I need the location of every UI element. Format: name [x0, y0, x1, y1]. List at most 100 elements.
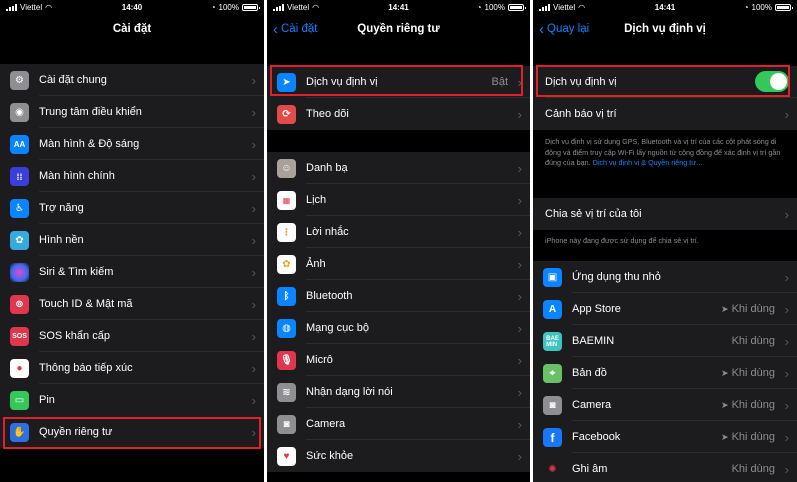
nav-bar: Cài đặt: [0, 15, 264, 43]
permission-item-reminders[interactable]: ⋮ Lời nhắc ›: [267, 216, 530, 248]
settings-item-accessibility[interactable]: ♿ Trợ năng ›: [0, 192, 264, 224]
microphone-icon: 🎙︎: [277, 351, 296, 370]
app-item-facebook[interactable]: f Facebook ➤ Khi dùng ›: [533, 421, 797, 453]
nav-bar: ‹ Quay lại Dịch vụ định vị: [533, 15, 797, 43]
waveform-icon: ≋: [277, 383, 296, 402]
chevron-right-icon: ›: [784, 301, 789, 317]
chevron-right-icon: ›: [784, 365, 789, 381]
permission-value: ➤ Khi dùng: [721, 399, 775, 411]
chevron-right-icon: ›: [251, 104, 256, 120]
chevron-left-icon: ‹: [273, 20, 278, 38]
location-arrow-icon: ➤: [721, 399, 729, 410]
settings-list: ⚙ Cài đặt chung › ◉ Trung tâm điều khiển…: [0, 64, 264, 416]
photos-icon: ✿: [277, 255, 296, 274]
maps-icon: ⌖: [543, 364, 562, 383]
permission-value: ➤ Khi dùng: [721, 367, 775, 379]
chevron-right-icon: ›: [784, 429, 789, 445]
chevron-right-icon: ›: [784, 461, 789, 477]
clock: 14:41: [388, 3, 409, 12]
app-item-camera[interactable]: ◙ Camera ➤ Khi dùng ›: [533, 389, 797, 421]
app-item-app-store[interactable]: A App Store ➤ Khi dùng ›: [533, 293, 797, 325]
chevron-right-icon: ›: [251, 392, 256, 408]
settings-screen: Viettel ◠ 14:40 ◔ 100% Cài đặt ⚙ Cài đặt…: [0, 0, 264, 482]
settings-item-siri[interactable]: Siri & Tìm kiếm ›: [0, 256, 264, 288]
calendar-icon: ▦: [277, 191, 296, 210]
settings-item-sos[interactable]: SOS SOS khẩn cấp ›: [0, 320, 264, 352]
permission-value: Khi dùng: [731, 463, 775, 475]
permission-item-local-network[interactable]: ◍ Mạng cục bộ ›: [267, 312, 530, 344]
chevron-left-icon: ‹: [539, 20, 544, 38]
chevron-right-icon: ›: [517, 352, 522, 368]
chevron-right-icon: ›: [517, 256, 522, 272]
chevron-right-icon: ›: [517, 192, 522, 208]
permission-value: ➤ Khi dùng: [721, 303, 775, 315]
settings-item-battery[interactable]: ▭ Pin ›: [0, 384, 264, 416]
camera-icon: ◙: [543, 396, 562, 415]
permission-item-speech[interactable]: ≋ Nhận dạng lời nói ›: [267, 376, 530, 408]
facebook-icon: f: [543, 428, 562, 447]
battery-icon: ▭: [10, 391, 29, 410]
page-title: Quyền riêng tư: [357, 23, 440, 35]
settings-item-touch-id[interactable]: ⊚ Touch ID & Mật mã ›: [0, 288, 264, 320]
status-bar: Viettel ◠ 14:41 ◔ 100%: [533, 0, 797, 15]
chevron-right-icon: ›: [251, 136, 256, 152]
globe-icon: ◍: [277, 319, 296, 338]
settings-item-home-screen[interactable]: ⁞⁞ Màn hình chính ›: [0, 160, 264, 192]
permission-item-camera[interactable]: ◙ Camera ›: [267, 408, 530, 440]
reminders-icon: ⋮: [277, 223, 296, 242]
permission-item-contacts[interactable]: ☺ Danh bạ ›: [267, 152, 530, 184]
voice-memos-icon: ✺: [543, 460, 562, 479]
chevron-right-icon: ›: [251, 232, 256, 248]
chevron-right-icon: ›: [784, 106, 789, 122]
location-alerts-item[interactable]: Cảnh báo vị trí ›: [533, 98, 797, 130]
contacts-icon: ☺: [277, 159, 296, 178]
chevron-right-icon: ›: [251, 328, 256, 344]
chevron-right-icon: ›: [517, 224, 522, 240]
highlight-box: [270, 65, 523, 96]
settings-item-wallpaper[interactable]: ✿ Hình nền ›: [0, 224, 264, 256]
location-arrow-icon: ➤: [721, 431, 729, 442]
chevron-right-icon: ›: [784, 206, 789, 222]
settings-item-exposure[interactable]: ● Thông báo tiếp xúc ›: [0, 352, 264, 384]
app-item-voice-memos[interactable]: ✺ Ghi âm Khi dùng ›: [533, 453, 797, 482]
status-bar: Viettel ◠ 14:40 ◔ 100%: [0, 0, 264, 15]
chevron-right-icon: ›: [517, 448, 522, 464]
highlight-box: [3, 417, 261, 449]
chevron-right-icon: ›: [251, 168, 256, 184]
app-item-app-clips[interactable]: ▣ Ứng dụng thu nhỏ ›: [533, 261, 797, 293]
back-button[interactable]: ‹ Quay lại: [539, 15, 589, 43]
fingerprint-icon: ⊚: [10, 295, 29, 314]
share-my-location-item[interactable]: Chia sẻ vị trí của tôi ›: [533, 198, 797, 230]
settings-item-general[interactable]: ⚙ Cài đặt chung ›: [0, 64, 264, 96]
chevron-right-icon: ›: [517, 288, 522, 304]
app-item-maps[interactable]: ⌖ Bản đồ ➤ Khi dùng ›: [533, 357, 797, 389]
chevron-right-icon: ›: [251, 264, 256, 280]
tracking-item[interactable]: ⟳ Theo dõi ›: [267, 98, 530, 130]
permission-value: Khi dùng: [731, 335, 775, 347]
gear-icon: ⚙: [10, 71, 29, 90]
app-clips-icon: ▣: [543, 268, 562, 287]
settings-item-control-center[interactable]: ◉ Trung tâm điều khiển ›: [0, 96, 264, 128]
permission-item-microphone[interactable]: 🎙︎ Micrô ›: [267, 344, 530, 376]
chevron-right-icon: ›: [517, 384, 522, 400]
app-item-baemin[interactable]: BAE MIN BAEMIN Khi dùng ›: [533, 325, 797, 357]
permission-item-calendar[interactable]: ▦ Lịch ›: [267, 184, 530, 216]
settings-item-display[interactable]: AA Màn hình & Độ sáng ›: [0, 128, 264, 160]
page-title: Dịch vụ định vị: [624, 23, 706, 35]
battery-icon: [508, 4, 526, 11]
chevron-right-icon: ›: [517, 160, 522, 176]
chevron-right-icon: ›: [251, 360, 256, 376]
chevron-right-icon: ›: [251, 296, 256, 312]
chevron-right-icon: ›: [517, 106, 522, 122]
baemin-icon: BAE MIN: [543, 332, 562, 351]
permission-item-bluetooth[interactable]: ᛒ Bluetooth ›: [267, 280, 530, 312]
nav-bar: ‹ Cài đặt Quyền riêng tư: [267, 15, 530, 43]
siri-icon: [10, 263, 29, 282]
permission-item-health[interactable]: ♥ Sức khỏe ›: [267, 440, 530, 472]
permission-item-photos[interactable]: ✿ Ảnh ›: [267, 248, 530, 280]
wallpaper-icon: ✿: [10, 231, 29, 250]
back-button[interactable]: ‹ Cài đặt: [273, 15, 317, 43]
chevron-right-icon: ›: [784, 269, 789, 285]
privacy-link[interactable]: Dịch vụ định vị & Quyền riêng tư…: [593, 158, 704, 167]
share-location-group: Chia sẻ vị trí của tôi ›: [533, 198, 797, 230]
